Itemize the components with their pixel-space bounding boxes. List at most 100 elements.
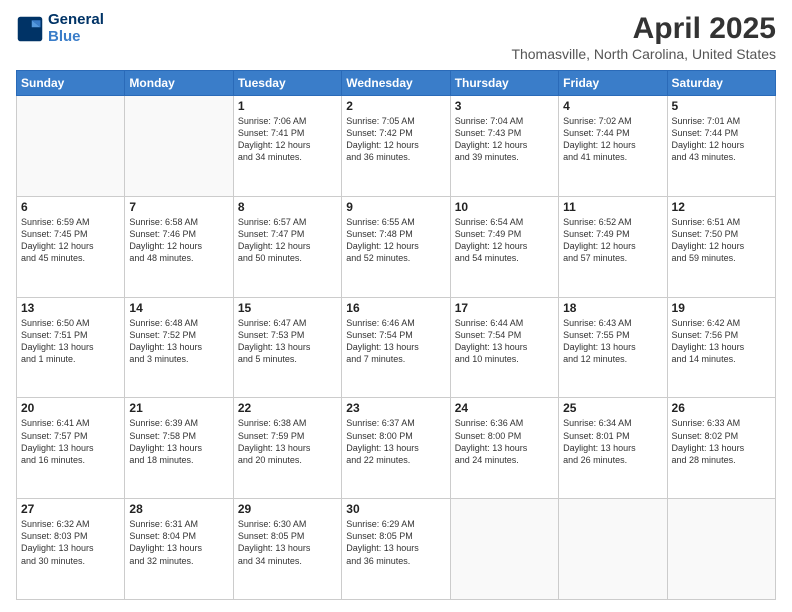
logo-icon — [16, 15, 44, 43]
calendar-cell: 15 Sunrise: 6:47 AM Sunset: 7:53 PM Dayli… — [233, 297, 341, 398]
day-number: 27 — [21, 502, 120, 516]
day-info: Sunrise: 6:42 AM Sunset: 7:56 PM Dayligh… — [672, 317, 771, 366]
calendar-cell: 19 Sunrise: 6:42 AM Sunset: 7:56 PM Dayli… — [667, 297, 775, 398]
day-number: 16 — [346, 301, 445, 315]
day-info: Sunrise: 6:52 AM Sunset: 7:49 PM Dayligh… — [563, 216, 662, 265]
day-number: 29 — [238, 502, 337, 516]
day-info: Sunrise: 7:06 AM Sunset: 7:41 PM Dayligh… — [238, 115, 337, 164]
day-info: Sunrise: 6:31 AM Sunset: 8:04 PM Dayligh… — [129, 518, 228, 567]
day-number: 12 — [672, 200, 771, 214]
day-number: 30 — [346, 502, 445, 516]
day-number: 24 — [455, 401, 554, 415]
calendar-cell: 29Sunrise: 6:30 AM Sunset: 8:05 PM Dayli… — [233, 499, 341, 600]
calendar-cell: 28 Sunrise: 6:31 AM Sunset: 8:04 PM Dayli… — [125, 499, 233, 600]
day-info: Sunrise: 6:51 AM Sunset: 7:50 PM Dayligh… — [672, 216, 771, 265]
calendar-cell: 23Sunrise: 6:37 AM Sunset: 8:00 PM Dayli… — [342, 398, 450, 499]
day-info: Sunrise: 6:36 AM Sunset: 8:00 PM Dayligh… — [455, 417, 554, 466]
calendar-header-row: SundayMondayTuesdayWednesdayThursdayFrid… — [17, 71, 776, 96]
day-info: Sunrise: 6:50 AM Sunset: 7:51 PM Dayligh… — [21, 317, 120, 366]
calendar-cell: 14 Sunrise: 6:48 AM Sunset: 7:52 PM Dayli… — [125, 297, 233, 398]
day-number: 26 — [672, 401, 771, 415]
calendar-week-row: 20 Sunrise: 6:41 AM Sunset: 7:57 PM Dayli… — [17, 398, 776, 499]
weekday-header: Thursday — [450, 71, 558, 96]
day-number: 8 — [238, 200, 337, 214]
day-number: 3 — [455, 99, 554, 113]
calendar-cell: 20 Sunrise: 6:41 AM Sunset: 7:57 PM Dayli… — [17, 398, 125, 499]
calendar-cell — [17, 96, 125, 197]
day-number: 2 — [346, 99, 445, 113]
calendar-cell: 9 Sunrise: 6:55 AM Sunset: 7:48 PM Daylig… — [342, 196, 450, 297]
calendar-cell: 30 Sunrise: 6:29 AM Sunset: 8:05 PM Dayli… — [342, 499, 450, 600]
weekday-header: Friday — [559, 71, 667, 96]
calendar-cell: 4 Sunrise: 7:02 AM Sunset: 7:44 PM Daylig… — [559, 96, 667, 197]
calendar-cell: 3 Sunrise: 7:04 AM Sunset: 7:43 PM Daylig… — [450, 96, 558, 197]
calendar-cell — [125, 96, 233, 197]
day-number: 13 — [21, 301, 120, 315]
day-number: 19 — [672, 301, 771, 315]
calendar-week-row: 27Sunrise: 6:32 AM Sunset: 8:03 PM Dayli… — [17, 499, 776, 600]
day-number: 11 — [563, 200, 662, 214]
calendar-cell: 17 Sunrise: 6:44 AM Sunset: 7:54 PM Dayli… — [450, 297, 558, 398]
weekday-header: Monday — [125, 71, 233, 96]
day-info: Sunrise: 6:54 AM Sunset: 7:49 PM Dayligh… — [455, 216, 554, 265]
calendar-cell: 2 Sunrise: 7:05 AM Sunset: 7:42 PM Daylig… — [342, 96, 450, 197]
logo-text: General Blue — [48, 12, 104, 45]
calendar-cell: 24 Sunrise: 6:36 AM Sunset: 8:00 PM Dayli… — [450, 398, 558, 499]
logo-line2: Blue — [48, 29, 104, 46]
day-number: 28 — [129, 502, 228, 516]
day-number: 7 — [129, 200, 228, 214]
calendar-cell: 1 Sunrise: 7:06 AM Sunset: 7:41 PM Daylig… — [233, 96, 341, 197]
day-info: Sunrise: 6:59 AM Sunset: 7:45 PM Dayligh… — [21, 216, 120, 265]
day-number: 17 — [455, 301, 554, 315]
title-block: April 2025 Thomasville, North Carolina, … — [511, 12, 776, 62]
calendar-week-row: 13 Sunrise: 6:50 AM Sunset: 7:51 PM Dayli… — [17, 297, 776, 398]
calendar-cell: 21Sunrise: 6:39 AM Sunset: 7:58 PM Dayli… — [125, 398, 233, 499]
day-info: Sunrise: 7:02 AM Sunset: 7:44 PM Dayligh… — [563, 115, 662, 164]
calendar-week-row: 6 Sunrise: 6:59 AM Sunset: 7:45 PM Daylig… — [17, 196, 776, 297]
calendar-cell: 7Sunrise: 6:58 AM Sunset: 7:46 PM Daylig… — [125, 196, 233, 297]
calendar-cell: 27Sunrise: 6:32 AM Sunset: 8:03 PM Dayli… — [17, 499, 125, 600]
day-info: Sunrise: 6:47 AM Sunset: 7:53 PM Dayligh… — [238, 317, 337, 366]
weekday-header: Sunday — [17, 71, 125, 96]
day-info: Sunrise: 7:01 AM Sunset: 7:44 PM Dayligh… — [672, 115, 771, 164]
day-info: Sunrise: 6:29 AM Sunset: 8:05 PM Dayligh… — [346, 518, 445, 567]
day-info: Sunrise: 6:46 AM Sunset: 7:54 PM Dayligh… — [346, 317, 445, 366]
day-info: Sunrise: 6:48 AM Sunset: 7:52 PM Dayligh… — [129, 317, 228, 366]
day-number: 4 — [563, 99, 662, 113]
day-info: Sunrise: 6:41 AM Sunset: 7:57 PM Dayligh… — [21, 417, 120, 466]
day-number: 20 — [21, 401, 120, 415]
day-number: 14 — [129, 301, 228, 315]
calendar-cell: 6 Sunrise: 6:59 AM Sunset: 7:45 PM Daylig… — [17, 196, 125, 297]
day-info: Sunrise: 7:05 AM Sunset: 7:42 PM Dayligh… — [346, 115, 445, 164]
day-number: 9 — [346, 200, 445, 214]
weekday-header: Saturday — [667, 71, 775, 96]
page: General Blue April 2025 Thomasville, Nor… — [0, 0, 792, 612]
calendar-cell: 16 Sunrise: 6:46 AM Sunset: 7:54 PM Dayli… — [342, 297, 450, 398]
day-number: 23 — [346, 401, 445, 415]
day-number: 25 — [563, 401, 662, 415]
calendar-cell: 13 Sunrise: 6:50 AM Sunset: 7:51 PM Dayli… — [17, 297, 125, 398]
day-info: Sunrise: 6:55 AM Sunset: 7:48 PM Dayligh… — [346, 216, 445, 265]
calendar-table: SundayMondayTuesdayWednesdayThursdayFrid… — [16, 70, 776, 600]
calendar-cell: 12 Sunrise: 6:51 AM Sunset: 7:50 PM Dayli… — [667, 196, 775, 297]
calendar-cell: 26Sunrise: 6:33 AM Sunset: 8:02 PM Dayli… — [667, 398, 775, 499]
header: General Blue April 2025 Thomasville, Nor… — [16, 12, 776, 62]
calendar-cell — [667, 499, 775, 600]
subtitle: Thomasville, North Carolina, United Stat… — [511, 46, 776, 62]
day-number: 15 — [238, 301, 337, 315]
calendar-week-row: 1 Sunrise: 7:06 AM Sunset: 7:41 PM Daylig… — [17, 96, 776, 197]
calendar-cell — [559, 499, 667, 600]
calendar-cell: 8 Sunrise: 6:57 AM Sunset: 7:47 PM Daylig… — [233, 196, 341, 297]
main-title: April 2025 — [511, 12, 776, 46]
day-info: Sunrise: 6:38 AM Sunset: 7:59 PM Dayligh… — [238, 417, 337, 466]
day-info: Sunrise: 7:04 AM Sunset: 7:43 PM Dayligh… — [455, 115, 554, 164]
day-number: 18 — [563, 301, 662, 315]
day-info: Sunrise: 6:39 AM Sunset: 7:58 PM Dayligh… — [129, 417, 228, 466]
weekday-header: Wednesday — [342, 71, 450, 96]
day-number: 6 — [21, 200, 120, 214]
day-info: Sunrise: 6:34 AM Sunset: 8:01 PM Dayligh… — [563, 417, 662, 466]
logo: General Blue — [16, 12, 104, 45]
day-info: Sunrise: 6:44 AM Sunset: 7:54 PM Dayligh… — [455, 317, 554, 366]
day-info: Sunrise: 6:57 AM Sunset: 7:47 PM Dayligh… — [238, 216, 337, 265]
day-number: 1 — [238, 99, 337, 113]
